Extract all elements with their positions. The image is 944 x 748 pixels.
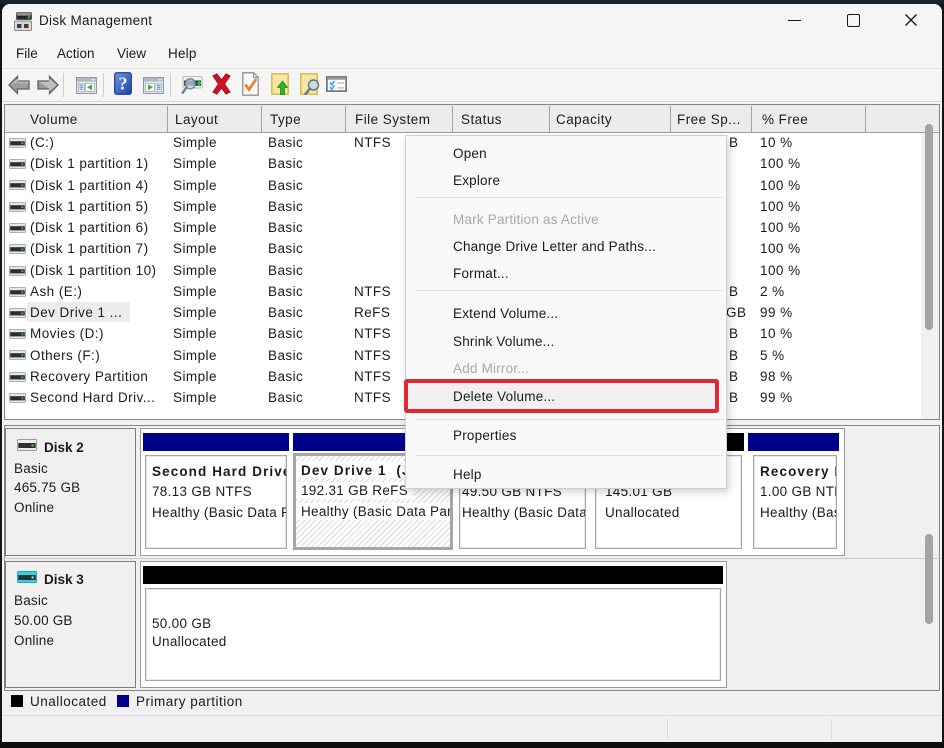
- svg-text:?: ?: [119, 74, 128, 94]
